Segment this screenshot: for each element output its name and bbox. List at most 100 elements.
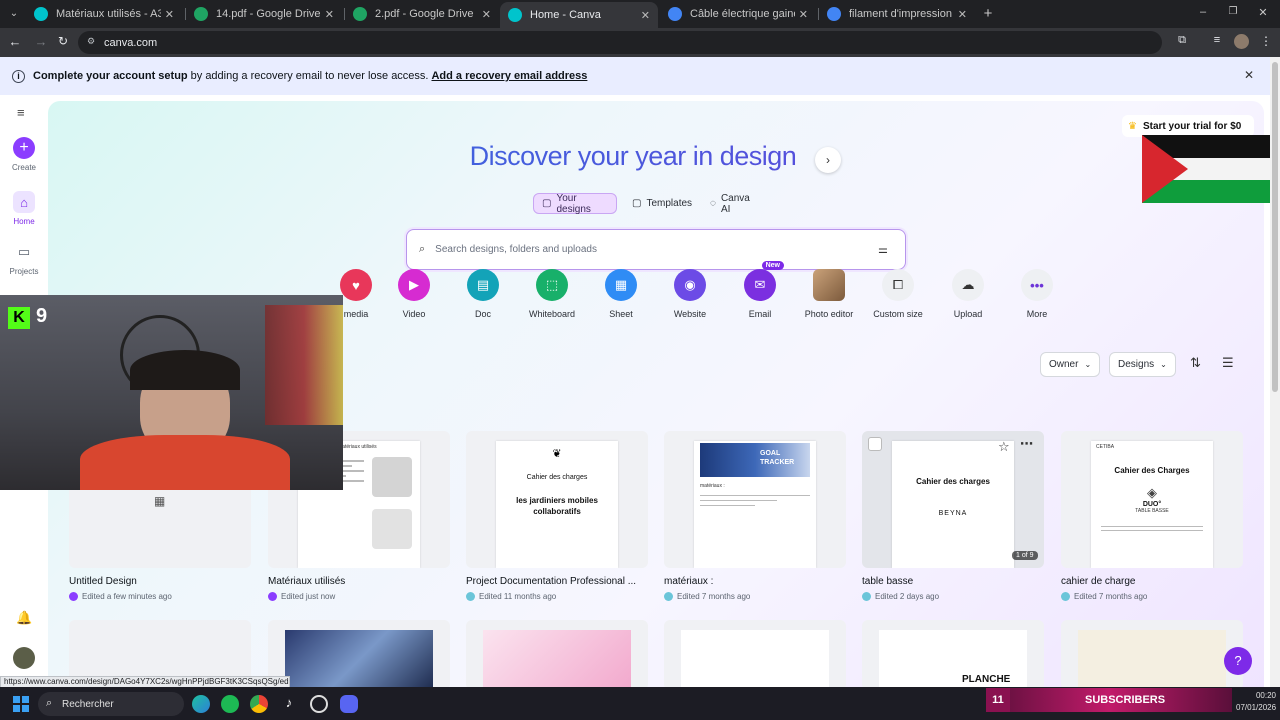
- design-card[interactable]: [268, 620, 450, 687]
- account-setup-banner: i Complete your account setup by adding …: [0, 57, 1270, 95]
- shortcut-photo-editor[interactable]: Photo editor: [799, 269, 859, 319]
- webcam-overlay: K 9: [0, 295, 343, 490]
- minimize-button[interactable]: –: [1196, 6, 1210, 20]
- chevron-right-icon[interactable]: ›: [815, 147, 841, 173]
- browser-tab-strip: ⌄ Matériaux utilisés - A3 ✕ 14.pdf - Goo…: [0, 0, 1280, 28]
- forward-icon[interactable]: →: [34, 34, 48, 50]
- designs-icon: ▢: [542, 198, 552, 209]
- shortcut-whiteboard[interactable]: ⬚ Whiteboard: [522, 269, 582, 319]
- notice-text: by adding a recovery email to never lose…: [190, 70, 429, 82]
- close-icon[interactable]: ✕: [165, 8, 174, 21]
- new-badge: New: [761, 261, 784, 270]
- restore-button[interactable]: ❐: [1226, 6, 1240, 20]
- browser-menu-icon[interactable]: ⋮: [1260, 34, 1272, 50]
- select-checkbox[interactable]: [868, 437, 882, 451]
- browser-tab[interactable]: filament d'impression 3d - Goo ✕: [819, 0, 975, 28]
- taskbar-clock[interactable]: 00:20 07/01/2026: [1236, 690, 1276, 714]
- designs-filter[interactable]: Designs ⌄: [1109, 352, 1176, 377]
- tab-canva-ai[interactable]: ◌ Canva AI: [702, 193, 768, 215]
- media-controls-icon[interactable]: ≡: [1210, 34, 1224, 50]
- tab-your-designs[interactable]: ▢ Your designs: [533, 193, 617, 215]
- hamburger-menu-icon[interactable]: ≡: [17, 106, 31, 119]
- design-card[interactable]: ❦ Cahier des charges les jardiniers mobi…: [466, 431, 648, 601]
- back-icon[interactable]: ←: [8, 34, 22, 50]
- thumbnail-page: GOAL TRACKER matériaux :: [694, 441, 816, 568]
- shortcut-email[interactable]: ✉ New Email: [730, 261, 790, 319]
- search-placeholder: Search designs, folders and uploads: [435, 244, 597, 255]
- upload-icon: ☁: [952, 269, 984, 301]
- design-thumbnail[interactable]: Cahier des charges BEYNA ☆ ⋯ 1 of 9: [862, 431, 1044, 568]
- reload-icon[interactable]: ↻: [56, 34, 70, 50]
- start-trial-button[interactable]: ♛ Start your trial for $0: [1122, 115, 1254, 137]
- taskbar-search[interactable]: ⌕ Rechercher: [38, 692, 184, 716]
- add-recovery-email-link[interactable]: Add a recovery email address: [431, 70, 587, 82]
- obs-icon[interactable]: [310, 695, 328, 713]
- browser-tab-active[interactable]: Home - Canva ✕: [500, 2, 658, 28]
- sidebar-item-create[interactable]: + Create: [0, 137, 48, 172]
- more-options-icon[interactable]: ⋯: [1020, 436, 1033, 452]
- close-icon[interactable]: ✕: [1244, 68, 1254, 82]
- design-card[interactable]: PLANCHE: [862, 620, 1044, 687]
- close-window-button[interactable]: ✕: [1256, 6, 1270, 20]
- list-view-icon[interactable]: ☰: [1222, 355, 1234, 371]
- notifications-bell-icon[interactable]: 🔔: [16, 610, 32, 626]
- close-icon[interactable]: ✕: [799, 8, 808, 21]
- video-icon: ▶: [398, 269, 430, 301]
- close-icon[interactable]: ✕: [325, 8, 334, 21]
- design-card[interactable]: Cahier des charges BEYNA ☆ ⋯ 1 of 9 tabl…: [862, 431, 1044, 601]
- browser-tab[interactable]: 14.pdf - Google Drive ✕: [186, 0, 342, 28]
- canva-favicon-icon: [34, 7, 48, 21]
- sidebar-item-home[interactable]: ⌂ Home: [0, 191, 48, 226]
- design-card[interactable]: [664, 620, 846, 687]
- browser-tab[interactable]: Matériaux utilisés - A3 ✕: [26, 0, 182, 28]
- windows-start-icon[interactable]: [12, 695, 30, 713]
- design-thumbnail[interactable]: ❦ Cahier des charges les jardiniers mobi…: [466, 431, 648, 568]
- close-icon[interactable]: ✕: [641, 9, 650, 22]
- design-card[interactable]: [1061, 620, 1243, 687]
- help-button[interactable]: ?: [1224, 647, 1252, 675]
- site-info-icon[interactable]: ⚙: [87, 36, 95, 47]
- shortcut-doc[interactable]: ▤ Doc: [453, 269, 513, 319]
- design-card[interactable]: [466, 620, 648, 687]
- shortcut-video[interactable]: ▶ Video: [384, 269, 444, 319]
- profile-avatar[interactable]: [1234, 34, 1249, 49]
- templates-icon: ▢: [632, 198, 642, 209]
- kick-logo-icon: K: [8, 307, 30, 329]
- new-tab-button[interactable]: +: [980, 5, 996, 23]
- shortcut-more[interactable]: ••• More: [1007, 269, 1067, 319]
- owner-filter[interactable]: Owner ⌄: [1040, 352, 1101, 377]
- spotify-icon[interactable]: [221, 695, 239, 713]
- design-card[interactable]: GOAL TRACKER matériaux : matériaux : Edi…: [664, 431, 846, 601]
- filter-sliders-icon[interactable]: ⚌: [878, 243, 888, 256]
- tab-templates[interactable]: ▢ Templates: [624, 193, 694, 214]
- tab-search-button[interactable]: ⌄: [6, 6, 22, 22]
- shortcut-website[interactable]: ◉ Website: [660, 269, 720, 319]
- design-search-input[interactable]: ⌕ Search designs, folders and uploads ⚌: [406, 229, 906, 270]
- edge-icon[interactable]: [192, 695, 210, 713]
- photo-editor-icon: [813, 269, 845, 301]
- design-card[interactable]: CETIBA Cahier des Charges ◈ DUO° TABLE B…: [1061, 431, 1243, 601]
- page-count-badge: 1 of 9: [1012, 551, 1038, 560]
- extensions-icon[interactable]: ⧉: [1175, 34, 1189, 50]
- scrollbar-thumb[interactable]: [1272, 62, 1278, 392]
- drive-favicon-icon: [353, 7, 367, 21]
- close-icon[interactable]: ✕: [482, 8, 491, 21]
- shortcut-upload[interactable]: ☁ Upload: [938, 269, 998, 319]
- tiktok-icon[interactable]: ♪: [280, 695, 298, 713]
- star-favorite-icon[interactable]: ☆: [998, 439, 1010, 455]
- sidebar-item-projects[interactable]: ▭ Projects: [0, 241, 48, 276]
- discord-icon[interactable]: [340, 695, 358, 713]
- browser-tab[interactable]: Câble électrique gainé - Googl ✕: [660, 0, 816, 28]
- sort-icon[interactable]: ⇅: [1190, 355, 1201, 371]
- user-avatar[interactable]: [13, 647, 35, 669]
- close-icon[interactable]: ✕: [958, 8, 967, 21]
- design-type-icon: [466, 592, 475, 601]
- design-thumbnail[interactable]: GOAL TRACKER matériaux :: [664, 431, 846, 568]
- shortcut-custom-size[interactable]: ⧠ Custom size: [868, 269, 928, 319]
- shortcut-sheet[interactable]: ▦ Sheet: [591, 269, 651, 319]
- address-bar[interactable]: ⚙ canva.com: [78, 31, 1162, 54]
- design-thumbnail[interactable]: CETIBA Cahier des Charges ◈ DUO° TABLE B…: [1061, 431, 1243, 568]
- chrome-icon[interactable]: [250, 695, 268, 713]
- browser-tab[interactable]: 2.pdf - Google Drive ✕: [345, 0, 499, 28]
- canva-ai-icon: ◌: [710, 198, 716, 209]
